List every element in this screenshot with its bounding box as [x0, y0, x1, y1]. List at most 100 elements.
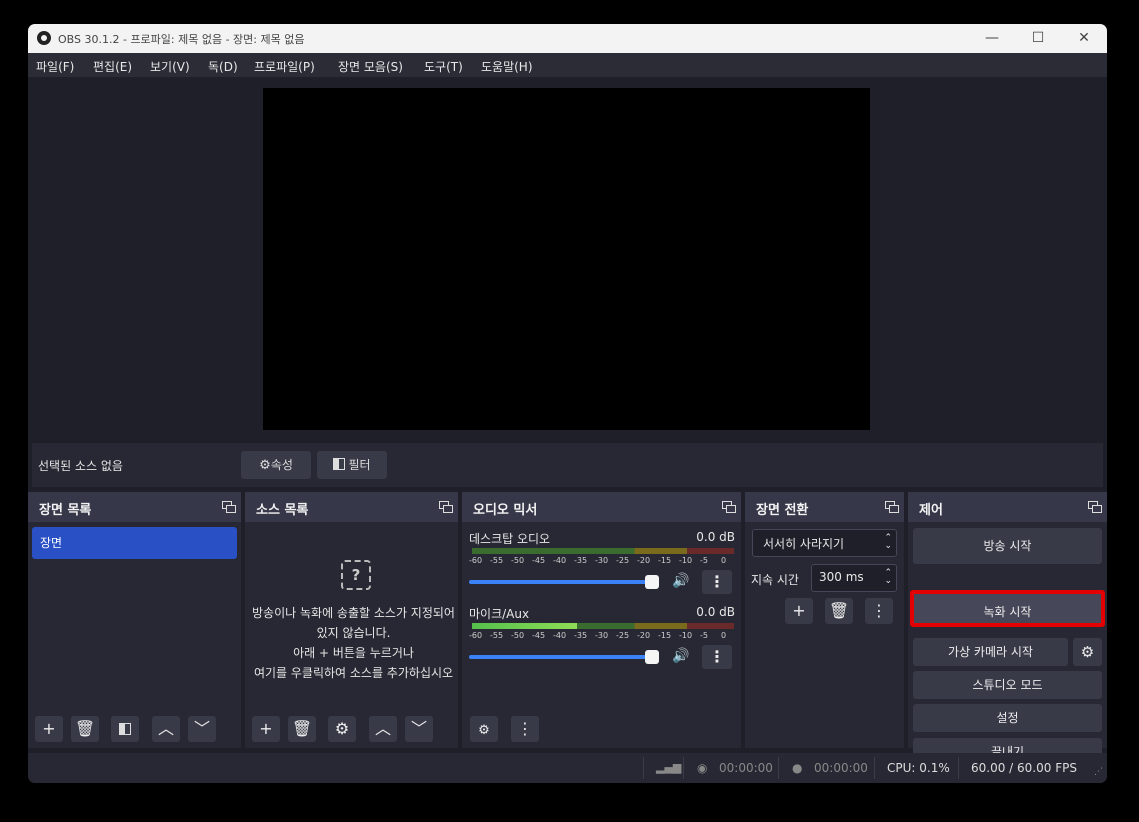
separator — [643, 757, 644, 779]
undock-icon[interactable] — [222, 501, 236, 513]
start-virtual-camera-button[interactable]: 가상 카메라 시작 — [913, 638, 1068, 666]
meter-tick-label: -60 — [469, 631, 483, 640]
menu-help[interactable]: 도움말(H) — [481, 58, 533, 75]
minimize-button[interactable]: — — [969, 24, 1015, 53]
empty-sources-text-3: 아래 + 버튼을 누르거나 — [293, 646, 414, 660]
studio-mode-button[interactable]: 스튜디오 모드 — [913, 671, 1102, 699]
updown-icon[interactable]: ⌃ ⌄ — [884, 569, 892, 586]
meter-tick-label: -50 — [511, 556, 525, 565]
add-source-button[interactable]: + — [252, 716, 280, 742]
undock-icon[interactable] — [1088, 501, 1102, 513]
meter-tick-label: -45 — [532, 556, 546, 565]
filter-icon — [119, 723, 131, 735]
resize-grip-icon[interactable]: ⋰ — [1094, 767, 1103, 777]
empty-sources-text-4: 여기를 우클릭하여 소스를 추가하십시오 — [253, 666, 454, 680]
scene-filters-button[interactable] — [111, 716, 139, 742]
menu-view[interactable]: 보기(V) — [150, 58, 190, 75]
mic-aux-name: 마이크/Aux — [469, 607, 530, 621]
sources-dock: 소스 목록 ? 방송이나 녹화에 송출할 소스가 지정되어 있지 않습니다. 아… — [245, 492, 458, 748]
undock-icon[interactable] — [885, 501, 899, 513]
move-source-down-button[interactable]: ﹀ — [405, 716, 433, 742]
speaker-icon[interactable]: 🔊 — [672, 648, 689, 664]
close-button[interactable]: ✕ — [1061, 24, 1107, 53]
source-properties-button[interactable]: ⚙ — [328, 716, 356, 742]
desktop-audio-name: 데스크탑 오디오 — [469, 532, 551, 546]
mic-aux-volume-slider[interactable] — [469, 650, 659, 664]
speaker-icon[interactable]: 🔊 — [672, 573, 689, 589]
add-scene-button[interactable]: + — [35, 716, 63, 742]
scene-item[interactable]: 장면 — [32, 527, 237, 559]
undock-icon[interactable] — [722, 501, 736, 513]
add-transition-button[interactable]: + — [785, 598, 813, 624]
meter-tick-label: -5 — [700, 631, 708, 640]
signal-bars-icon: ▂▄▆ — [656, 761, 682, 774]
maximize-button[interactable]: ☐ — [1015, 24, 1061, 53]
meter-tick-label: -15 — [658, 556, 672, 565]
menu-scene-collection[interactable]: 장면 모음(S) — [338, 58, 403, 75]
controls-dock-header: 제어 — [908, 492, 1107, 522]
separator — [874, 757, 875, 779]
meter-tick-label: -25 — [616, 631, 630, 640]
meter-tick-label: -30 — [595, 631, 609, 640]
mic-aux-db: 0.0 dB — [696, 605, 735, 619]
menu-edit[interactable]: 편집(E) — [93, 58, 132, 75]
volume-slider-handle[interactable] — [645, 650, 659, 664]
undock-icon[interactable] — [439, 501, 453, 513]
controls-dock: 제어 방송 시작 녹화 시작 가상 카메라 시작 ⚙ 스튜디오 모드 설정 끝내… — [908, 492, 1107, 766]
scenes-dock: 장면 목록 장면 + 🗑 ︿ ﹀ — [28, 492, 241, 748]
meter-tick-label: 0 — [721, 556, 727, 565]
transitions-dock: 장면 전환 서서히 사라지기 ⌃ ⌄ 지속 시간 300 ms ⌃ ⌄ + 🗑 ⋮ — [745, 492, 904, 748]
more-vertical-icon: ⋮ — [709, 572, 725, 591]
title-bar: OBS 30.1.2 - 프로파일: 제목 없음 - 장면: 제목 없음 — ☐… — [28, 24, 1107, 53]
desktop-audio-volume-slider[interactable] — [469, 575, 659, 589]
transitions-dock-header: 장면 전환 — [745, 492, 904, 522]
advanced-audio-button[interactable]: ⚙ — [470, 716, 498, 742]
stream-status-icon: ◉ — [697, 761, 708, 775]
chevron-down-icon: ﹀ — [410, 719, 427, 738]
mic-aux-meter-fill — [472, 623, 577, 629]
settings-button[interactable]: 설정 — [913, 704, 1102, 732]
transition-select[interactable]: 서서히 사라지기 ⌃ ⌄ — [752, 529, 897, 557]
mic-aux-menu-button[interactable]: ⋮ — [702, 645, 732, 669]
meter-tick-label: -25 — [616, 556, 630, 565]
menu-docks[interactable]: 독(D) — [208, 58, 238, 75]
move-scene-down-button[interactable]: ﹀ — [188, 716, 216, 742]
virtual-camera-settings-button[interactable]: ⚙ — [1073, 638, 1102, 666]
more-vertical-icon: ⋮ — [709, 647, 725, 666]
context-bar: 선택된 소스 없음 ⚙속성 필터 — [32, 443, 1103, 487]
updown-icon: ⌃ ⌄ — [884, 533, 892, 551]
start-recording-button[interactable]: 녹화 시작 — [910, 590, 1105, 627]
transition-properties-button[interactable]: ⋮ — [865, 598, 893, 624]
mixer-menu-button[interactable]: ⋮ — [511, 716, 539, 742]
menu-file[interactable]: 파일(F) — [36, 58, 74, 75]
duration-spinbox[interactable]: 300 ms ⌃ ⌄ — [811, 564, 897, 592]
move-scene-up-button[interactable]: ︿ — [152, 716, 180, 742]
plus-icon: + — [42, 719, 56, 738]
duration-value: 300 ms — [819, 570, 864, 584]
remove-source-button[interactable]: 🗑 — [288, 716, 316, 742]
volume-slider-handle[interactable] — [645, 575, 659, 589]
audio-mixer-dock: 오디오 믹서 데스크탑 오디오 0.0 dB -60 -55 -50 -45 -40 -3… — [462, 492, 741, 748]
start-streaming-button[interactable]: 방송 시작 — [913, 528, 1102, 564]
desktop-audio-menu-button[interactable]: ⋮ — [702, 570, 732, 594]
menu-tools[interactable]: 도구(T) — [424, 58, 463, 75]
filters-button[interactable]: 필터 — [317, 451, 387, 479]
separator — [778, 757, 779, 779]
menu-profile[interactable]: 프로파일(P) — [254, 58, 315, 75]
mic-aux-ticks: -60 -55 -50 -45 -40 -35 -30 -25 -20 -15 -10 -5 0 — [469, 631, 739, 640]
properties-button[interactable]: ⚙속성 — [241, 451, 311, 479]
more-vertical-icon: ⋮ — [517, 719, 533, 738]
menu-bar: 파일(F) 편집(E) 보기(V) 독(D) 프로파일(P) 장면 모음(S) … — [28, 53, 1107, 77]
gear-icon: ⚙ — [259, 458, 271, 473]
plus-icon: + — [259, 719, 273, 738]
remove-scene-button[interactable]: 🗑 — [71, 716, 99, 742]
meter-tick-label: -55 — [490, 631, 504, 640]
empty-sources-text-2: 있지 않습니다. — [316, 626, 391, 640]
preview-canvas[interactable] — [263, 88, 870, 430]
move-source-up-button[interactable]: ︿ — [369, 716, 397, 742]
chevron-down-icon: ﹀ — [193, 719, 210, 738]
sources-dock-header: 소스 목록 — [245, 492, 458, 522]
fps-counter: 60.00 / 60.00 FPS — [971, 761, 1077, 775]
cpu-usage: CPU: 0.1% — [887, 761, 950, 775]
remove-transition-button[interactable]: 🗑 — [825, 598, 853, 624]
